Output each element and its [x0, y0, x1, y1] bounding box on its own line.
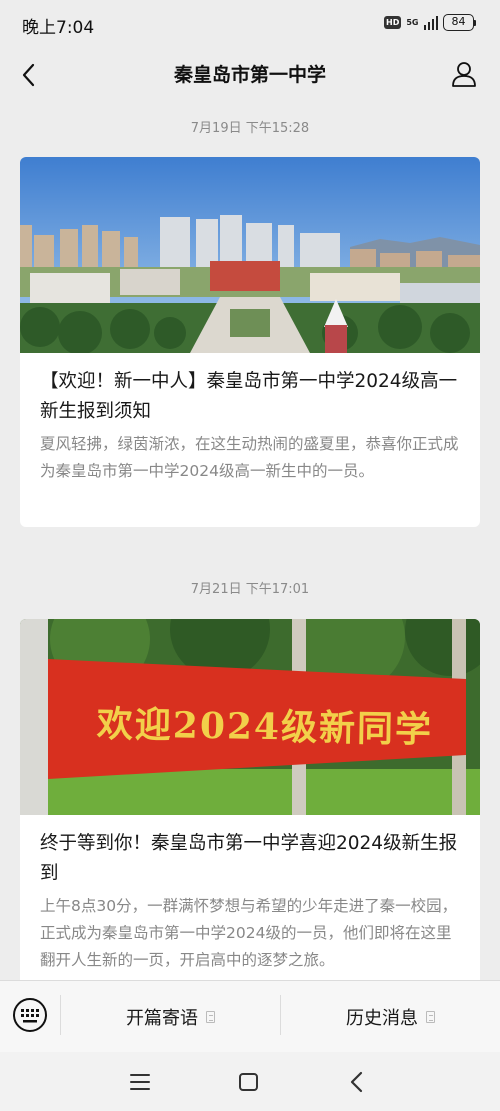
- person-icon: [452, 62, 476, 87]
- system-navigation-bar: [0, 1052, 500, 1111]
- article-title: 【欢迎！新一中人】秦皇岛市第一中学2024级高一新生报到须知: [40, 371, 458, 422]
- document-icon: [426, 1011, 435, 1023]
- menu-item-opening-message[interactable]: 开篇寄语: [61, 981, 280, 1053]
- menu-item-label: 开篇寄语: [126, 1008, 198, 1029]
- recent-apps-button[interactable]: [122, 1064, 158, 1100]
- hd-badge: HD: [384, 16, 402, 29]
- home-square-icon: [239, 1073, 258, 1091]
- status-time: 晚上7:04: [22, 18, 95, 38]
- nav-bar: 秦皇岛市第一中学: [0, 48, 500, 102]
- keyboard-toggle-button[interactable]: [10, 995, 50, 1035]
- message-feed[interactable]: 7月19日 下午15:28 【欢迎！新一中人】秦皇岛市第一中学2024级高一新生…: [0, 102, 500, 980]
- keyboard-icon: [13, 998, 47, 1032]
- article-image-campus: [20, 157, 480, 353]
- article-summary: 夏风轻拂，绿茵渐浓，在这生动热闹的盛夏里，恭喜你正式成为秦皇岛市第一中学2024…: [40, 435, 459, 480]
- signal-icon: [423, 15, 438, 30]
- page-title: 秦皇岛市第一中学: [173, 64, 326, 86]
- triangle-back-icon: [350, 1071, 363, 1093]
- system-back-button[interactable]: [340, 1064, 376, 1100]
- article-title: 终于等到你！秦皇岛市第一中学喜迎2024级新生报到: [40, 833, 458, 884]
- profile-button[interactable]: [448, 58, 480, 90]
- article-image-banner: 欢迎2024级新同学: [20, 619, 480, 815]
- menu-item-label: 历史消息: [346, 1008, 418, 1029]
- menu-item-history-messages[interactable]: 历史消息: [281, 981, 500, 1053]
- network-label: 5G: [406, 17, 419, 27]
- home-button[interactable]: [231, 1064, 267, 1100]
- article-card[interactable]: 【欢迎！新一中人】秦皇岛市第一中学2024级高一新生报到须知 夏风轻拂，绿茵渐浓…: [20, 157, 480, 527]
- post-timestamp: 7月21日 下午17:01: [190, 582, 310, 597]
- bottom-menu: 开篇寄语 历史消息: [0, 980, 500, 1052]
- banner-text: 欢迎2024级新同学: [96, 703, 434, 751]
- battery-level: 84: [443, 14, 474, 31]
- article-summary: 上午8点30分，一群满怀梦想与希望的少年走进了秦一校园，正式成为秦皇岛市第一中学…: [40, 897, 458, 969]
- menu-icon: [130, 1074, 150, 1090]
- post-timestamp: 7月19日 下午15:28: [190, 121, 310, 136]
- status-icons: HD 5G 84: [384, 14, 476, 31]
- article-card[interactable]: 欢迎2024级新同学 终于等到你！秦皇岛市第一中学喜迎2024级新生报到 上午8…: [20, 619, 480, 980]
- battery-icon: 84: [443, 14, 476, 31]
- network-type: 5G: [406, 17, 419, 27]
- document-icon: [206, 1011, 215, 1023]
- status-bar: 晚上7:04 HD 5G 84: [0, 0, 500, 48]
